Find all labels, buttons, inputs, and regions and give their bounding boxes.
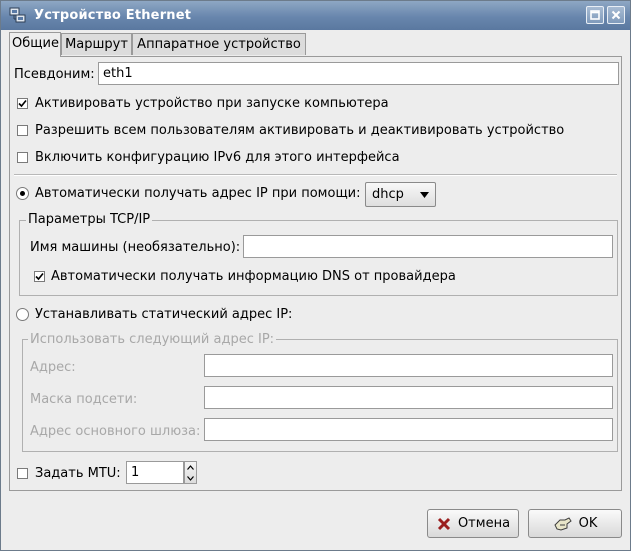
close-button[interactable] [607,6,625,24]
tab-general[interactable]: Общие [9,32,61,57]
ip-method-combo[interactable]: dhcp [365,182,436,207]
chevron-down-icon [187,476,194,481]
spin-down-button[interactable] [185,473,196,484]
hostname-label: Имя машины (необязательно): [30,240,241,255]
checkmark-icon [35,272,44,281]
mtu-checkbox[interactable] [17,468,28,479]
chevron-up-icon [187,465,194,470]
auto-dns-label[interactable]: Автоматически получать информацию DNS от… [51,269,456,284]
ok-button[interactable]: OK [528,509,622,538]
title-bar[interactable]: Устройство Ethernet [1,1,630,30]
window-title: Устройство Ethernet [34,8,192,23]
spin-up-button[interactable] [185,462,196,473]
mtu-spinner[interactable] [184,461,197,484]
close-icon [611,10,621,20]
ok-hand-icon [554,516,572,531]
ok-label: OK [578,516,598,531]
maximize-button[interactable] [586,6,604,24]
nickname-label: Псевдоним: [14,67,95,82]
chevron-down-icon [420,192,429,198]
static-ip-radio[interactable] [16,308,29,321]
allow-all-users-checkbox[interactable] [17,125,28,136]
nickname-input[interactable]: eth1 [98,62,619,85]
maximize-icon [590,10,600,20]
gateway-input[interactable] [204,418,613,441]
network-device-icon [9,7,26,23]
address-input[interactable] [204,354,613,377]
cancel-button[interactable]: Отмена [427,509,519,538]
ethernet-device-dialog: Устройство Ethernet Общие Маршрут Аппара… [0,0,631,551]
tab-hardware-device[interactable]: Аппаратное устройство [132,33,306,55]
activate-on-boot-checkbox[interactable] [17,98,28,109]
address-label: Адрес: [30,360,76,375]
gateway-label: Адрес основного шлюза: [30,424,201,439]
static-ip-label[interactable]: Устанавливать статический адрес IP: [35,307,292,322]
enable-ipv6-checkbox[interactable] [17,152,28,163]
netmask-input[interactable] [204,386,613,409]
mtu-input[interactable]: 1 [126,461,184,484]
separator [14,174,617,176]
tcpip-group-title: Параметры TCP/IP [26,212,153,227]
activate-on-boot-label[interactable]: Активировать устройство при запуске комп… [35,96,389,111]
netmask-label: Маска подсети: [30,392,138,407]
enable-ipv6-label[interactable]: Включить конфигурацию IPv6 для этого инт… [35,150,400,165]
static-ip-group-title: Использовать следующий адрес IP: [28,332,277,347]
tcpip-group [19,220,618,296]
checkmark-icon [18,99,27,108]
auto-dns-checkbox[interactable] [34,271,45,282]
cancel-label: Отмена [457,516,511,531]
allow-all-users-label[interactable]: Разрешить всем пользователям активироват… [35,123,564,138]
hostname-input[interactable] [243,235,613,258]
general-tab-panel: Псевдоним: eth1 Активировать устройство … [9,56,622,491]
ip-method-value: dhcp [372,187,404,202]
auto-ip-radio[interactable] [16,187,29,200]
auto-ip-label[interactable]: Автоматически получать адрес IP при помо… [35,186,361,201]
cancel-icon [437,517,451,530]
mtu-label[interactable]: Задать MTU: [35,466,121,481]
tab-route[interactable]: Маршрут [61,33,132,55]
